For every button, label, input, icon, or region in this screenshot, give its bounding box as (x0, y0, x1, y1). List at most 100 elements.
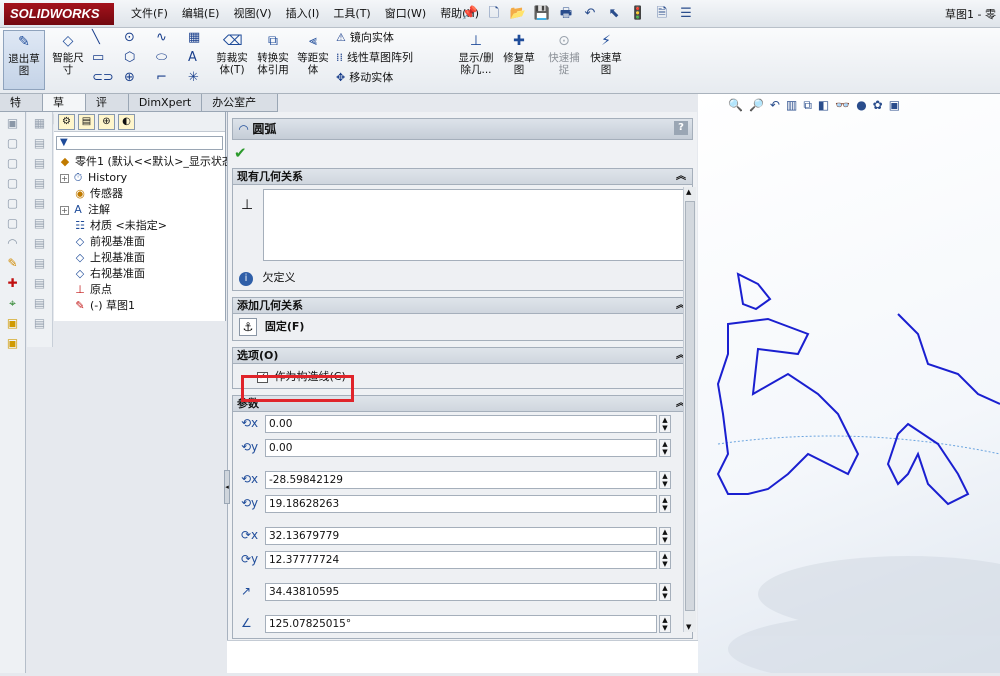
trim-entities-button[interactable]: ⌫ 剪裁实体(T) (212, 32, 252, 76)
hide-show-icon[interactable]: 👓 (835, 98, 850, 113)
spinner-icon[interactable]: ▲ ▼ (659, 415, 671, 433)
show-delete-relations-button[interactable]: ⊥ 显示/删除几... (456, 32, 496, 76)
pm-scrollbar[interactable]: ▲ ▼ (683, 187, 696, 632)
spinner-icon[interactable]: ▲ ▼ (659, 471, 671, 489)
line-icon[interactable]: ╲ (92, 30, 100, 45)
sketch-character-2[interactable] (886, 313, 1000, 506)
point-icon[interactable]: ⊕ (124, 70, 135, 85)
grid-icon-e[interactable]: ▤ (31, 194, 49, 212)
graphics-viewport[interactable]: 🔍 🔎 ↶ ▥ ⧉ ◧ 👓 ● ✿ ▣ (698, 94, 1000, 676)
scroll-up-icon[interactable]: ▲ (686, 188, 691, 196)
grid-icon-b[interactable]: ▤ (31, 134, 49, 152)
smart-dimension-button[interactable]: ◇ 智能尺寸 (48, 32, 88, 76)
grid-icon-a[interactable]: ▦ (31, 114, 49, 132)
relations-icon[interactable]: ⌖ (4, 294, 22, 312)
tab-features[interactable]: 特征 (0, 94, 43, 126)
menu-tools[interactable]: 工具(T) (326, 6, 377, 22)
menu-file[interactable]: 文件(F) (124, 6, 175, 22)
collapse-chevron-icon[interactable]: ︽ (676, 169, 686, 185)
tab-evaluate[interactable]: 评估 (86, 94, 129, 126)
offset-entities-button[interactable]: ⫷ 等距实体 (294, 32, 332, 76)
start-x-field[interactable]: -28.59842129 (265, 471, 657, 489)
layer-icon-1[interactable]: ▣ (4, 314, 22, 332)
sweep-icon[interactable]: ▢ (4, 154, 22, 172)
extrude-icon[interactable]: ▣ (4, 114, 22, 132)
exit-sketch-button[interactable]: ✎ 退出草图 (3, 30, 45, 90)
polygon-icon[interactable]: ⬡ (124, 50, 135, 65)
fillet-feature-icon[interactable]: ◠ (4, 234, 22, 252)
grid-icon-k[interactable]: ▤ (31, 314, 49, 332)
expand-icon[interactable]: + (60, 205, 69, 215)
tree-item-annotations[interactable]: + A 注解 (54, 202, 225, 218)
help-button[interactable]: ? (674, 121, 688, 135)
fix-relation-button[interactable]: ⚓ 固定(F) (239, 318, 304, 336)
rectangle-icon[interactable]: ▭ (92, 50, 104, 65)
end-x-field[interactable]: 32.13679779 (265, 527, 657, 545)
sketch-character-1[interactable] (716, 272, 860, 495)
convert-entities-button[interactable]: ⧉ 转换实体引用 (253, 32, 293, 76)
boundary-icon[interactable]: ▢ (4, 194, 22, 212)
tab-dimxpert[interactable]: DimXpert (129, 94, 203, 111)
new-document-icon[interactable]: 🗋 (484, 4, 504, 23)
menu-edit[interactable]: 编辑(E) (175, 6, 227, 22)
spinner-icon[interactable]: ▲ ▼ (659, 551, 671, 569)
panel-collapse-handle[interactable]: ◂ (224, 470, 230, 504)
print-icon[interactable]: 🖶 (556, 4, 576, 23)
fillet-icon[interactable]: ⌐ (156, 70, 167, 85)
spinner-icon[interactable]: ▲ ▼ (659, 439, 671, 457)
display-manager-icon[interactable]: ◐ (118, 114, 135, 130)
view-settings-icon[interactable]: ▣ (889, 98, 900, 113)
center-y-field[interactable]: 0.00 (265, 439, 657, 457)
tree-item-right-plane[interactable]: ◇ 右视基准面 (54, 266, 225, 282)
existing-relations-header[interactable]: 现有几何关系 ︽ (233, 169, 692, 185)
tree-item-top-plane[interactable]: ◇ 上视基准面 (54, 250, 225, 266)
pin-icon[interactable]: 📌 (460, 4, 480, 23)
center-x-field[interactable]: 0.00 (265, 415, 657, 433)
tree-item-sensors[interactable]: ◉ 传感器 (54, 186, 225, 202)
undo-icon[interactable]: ↶ (580, 4, 600, 23)
quick-snaps-button[interactable]: ⊙ 快速捕捉 (544, 32, 584, 76)
tree-item-sketch1[interactable]: ✎ (-) 草图1 (54, 298, 225, 314)
ok-check-icon[interactable]: ✔ (234, 144, 697, 162)
scroll-thumb[interactable] (685, 201, 695, 611)
configuration-manager-icon[interactable]: ⊕ (98, 114, 115, 130)
start-y-field[interactable]: 19.18628263 (265, 495, 657, 513)
grid-icon-c[interactable]: ▤ (31, 154, 49, 172)
menu-view[interactable]: 视图(V) (226, 6, 278, 22)
radius-field[interactable]: 34.43810595 (265, 583, 657, 601)
menu-insert[interactable]: 插入(I) (279, 6, 327, 22)
mirror-entities-button[interactable]: ⚠ 镜向实体 (336, 31, 394, 45)
zoom-area-icon[interactable]: 🔎 (749, 98, 764, 113)
repair-sketch-button[interactable]: ✚ 修复草图 (500, 32, 538, 76)
spline-icon[interactable]: ∿ (156, 30, 167, 45)
construction-point-icon[interactable]: ✳ (188, 70, 199, 85)
loft-icon[interactable]: ▢ (4, 174, 22, 192)
grid-icon-f[interactable]: ▤ (31, 214, 49, 232)
angle-field[interactable]: 125.07825015° (265, 615, 657, 633)
grid-icon-j[interactable]: ▤ (31, 294, 49, 312)
sketch-icon[interactable]: ✎ (4, 254, 22, 272)
existing-relations-list[interactable] (263, 189, 688, 261)
feature-manager-icon[interactable]: ⚙ (58, 114, 75, 130)
save-icon[interactable]: 💾 (532, 4, 552, 23)
slot-icon[interactable]: ⊂⊃ (92, 70, 114, 85)
options-icon[interactable]: ☰ (676, 4, 696, 23)
circle-icon[interactable]: ⊙ (124, 30, 135, 45)
rapid-sketch-button[interactable]: ⚡ 快速草图 (586, 32, 626, 76)
linear-pattern-button[interactable]: ⁞⁞ 线性草图阵列 (336, 51, 413, 65)
add-relations-header[interactable]: 添加几何关系 ︽ (233, 298, 692, 314)
scene-icon[interactable]: ✿ (873, 98, 883, 113)
move-entities-button[interactable]: ✥ 移动实体 (336, 71, 393, 85)
smart-dim-side-icon[interactable]: ✚ (4, 274, 22, 292)
scroll-down-icon[interactable]: ▼ (686, 623, 691, 631)
traffic-light-icon[interactable]: 🚦 (628, 4, 648, 23)
grid-icon-i[interactable]: ▤ (31, 274, 49, 292)
layer-icon-2[interactable]: ▣ (4, 334, 22, 352)
grid-icon-d[interactable]: ▤ (31, 174, 49, 192)
tree-item-history[interactable]: + ⏱ History (54, 170, 225, 186)
property-manager-icon[interactable]: ▤ (78, 114, 95, 130)
text-icon[interactable]: A (188, 50, 197, 65)
grid-icon[interactable]: ▦ (188, 30, 200, 45)
grid-icon-g[interactable]: ▤ (31, 234, 49, 252)
spinner-icon[interactable]: ▲ ▼ (659, 615, 671, 633)
